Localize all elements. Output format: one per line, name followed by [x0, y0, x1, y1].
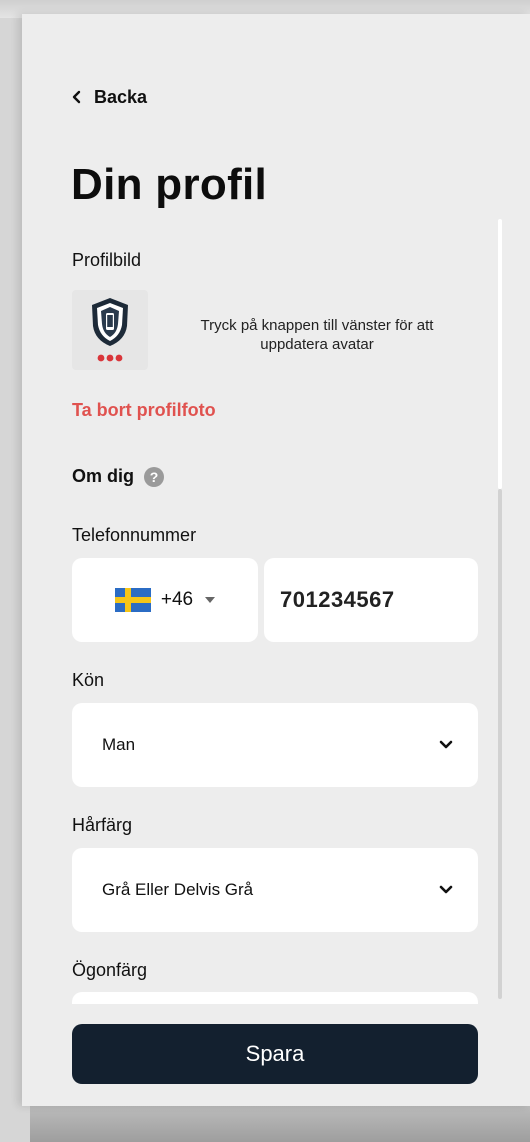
- gender-select[interactable]: Man: [72, 703, 478, 787]
- gender-value: Man: [102, 735, 136, 754]
- gender-label: Kön: [72, 670, 105, 690]
- back-button[interactable]: Backa: [70, 84, 147, 110]
- chevron-down-icon: [439, 885, 453, 894]
- profile-screen: Backa Din profil Profilbild Tryck på kna…: [22, 14, 530, 1106]
- about-section-header: Om dig ?: [72, 466, 164, 487]
- about-label: Om dig: [72, 466, 134, 486]
- eye-color-select[interactable]: [72, 992, 478, 1004]
- avatar-hint: Tryck på knappen till vänster för att up…: [200, 317, 434, 353]
- country-code: +46: [160, 589, 194, 610]
- chevron-left-icon: [72, 90, 81, 104]
- caret-down-icon: [205, 597, 216, 603]
- country-code-select[interactable]: +46: [72, 558, 258, 642]
- profile-picture-label: Profilbild: [72, 250, 142, 270]
- phone-number-value: 701234567: [280, 587, 395, 612]
- scrollbar-track[interactable]: [498, 489, 502, 999]
- phone-number-input[interactable]: 701234567: [264, 558, 478, 642]
- shield-phone-icon: [92, 298, 128, 362]
- remove-photo-link[interactable]: Ta bort profilfoto: [72, 400, 216, 421]
- save-button-label: Spara: [245, 1041, 305, 1066]
- back-label: Backa: [94, 86, 148, 107]
- sweden-flag-icon: [114, 588, 151, 612]
- page-title: Din profil: [71, 160, 268, 209]
- eye-color-label: Ögonfärg: [72, 960, 148, 980]
- hair-color-value: Grå Eller Delvis Grå: [102, 880, 254, 899]
- hair-color-select[interactable]: Grå Eller Delvis Grå: [72, 848, 478, 932]
- scrollbar-thumb[interactable]: [498, 219, 502, 489]
- phone-label: Telefonnummer: [72, 525, 197, 545]
- window-shadow-bottom: [30, 1104, 530, 1142]
- hair-color-label: Hårfärg: [72, 815, 133, 835]
- chevron-down-icon: [439, 740, 453, 749]
- save-button[interactable]: Spara: [72, 1024, 478, 1084]
- question-circle-icon[interactable]: ?: [144, 466, 164, 487]
- avatar-button[interactable]: [72, 290, 148, 370]
